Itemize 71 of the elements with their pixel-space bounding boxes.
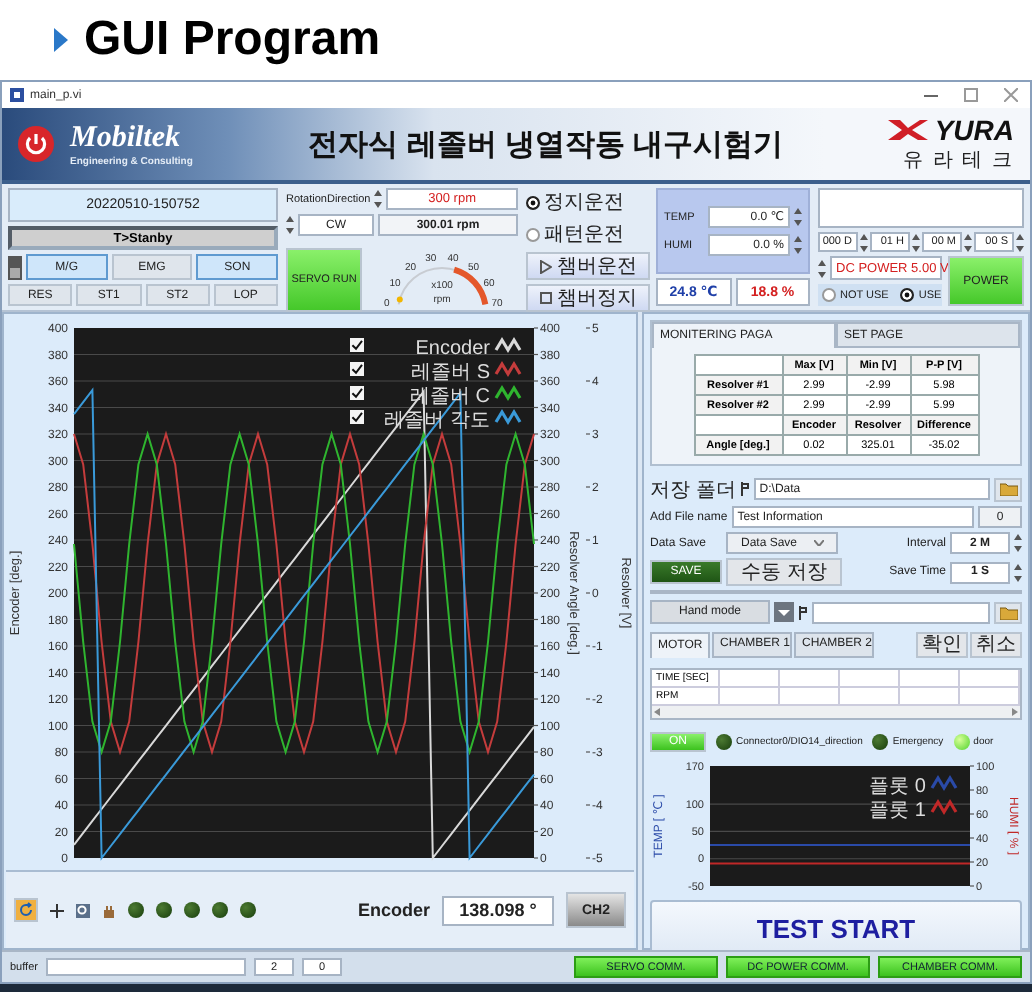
folder-icon (999, 482, 1017, 496)
legend-label: 플롯 0 (869, 776, 926, 798)
table-cell (720, 670, 780, 688)
spinner-arrows-icon[interactable] (794, 236, 802, 254)
toggle-switch[interactable] (8, 255, 22, 279)
legend-checkbox[interactable] (350, 338, 364, 352)
legend-swatch-icon (494, 408, 522, 426)
buffer-field[interactable] (45, 958, 246, 976)
table-cell (960, 670, 1020, 688)
spinner-arrows-icon[interactable] (286, 216, 294, 234)
chamber-button[interactable]: 챔버정지 (526, 284, 650, 312)
text-field[interactable] (818, 188, 1024, 228)
stop-icon (539, 292, 551, 304)
legend-checkbox[interactable] (350, 410, 364, 424)
action-button[interactable]: 취소 (970, 631, 1022, 657)
legend-swatch-icon (930, 798, 958, 816)
refresh-icon (18, 902, 34, 918)
browse-button[interactable] (994, 477, 1022, 501)
spinner-arrows-icon[interactable] (794, 208, 802, 226)
scroll-left-icon[interactable] (654, 708, 660, 716)
folder-icon (999, 605, 1017, 619)
legend-swatch-icon (494, 384, 522, 402)
arrow-icon (54, 28, 68, 52)
spinner-arrows-icon[interactable] (912, 233, 920, 251)
encoder-value: 138.098 ° (442, 895, 554, 925)
scrollbar[interactable] (652, 706, 1020, 718)
spinner-arrows-icon[interactable] (818, 259, 826, 277)
spinner-arrows-icon[interactable] (860, 233, 868, 251)
page-heading: GUI Program (84, 12, 381, 68)
caret-icon (813, 540, 824, 546)
legend-checkbox[interactable] (350, 386, 364, 400)
field-label: 저장 폴더 (650, 477, 736, 503)
browse-button[interactable] (994, 601, 1022, 623)
legend-swatch-icon (494, 360, 522, 378)
encoder-label: Encoder (357, 900, 430, 920)
table-cell (900, 670, 960, 688)
spinner-arrows-icon[interactable] (1014, 563, 1022, 581)
app-title: 전자식 레졸버 냉열작동 내구시험기 (306, 125, 786, 163)
legend-label: Encoder (415, 338, 490, 360)
spinner-arrows-icon[interactable] (1014, 534, 1022, 552)
manual-save-button[interactable]: 수동 저장 (726, 558, 842, 586)
legend-swatch-icon (930, 774, 958, 792)
legend-label: 플롯 1 (869, 800, 926, 822)
table-cell (780, 670, 840, 688)
maximize-icon[interactable] (964, 88, 978, 102)
scroll-right-icon[interactable] (1012, 708, 1018, 716)
close-icon[interactable] (1004, 88, 1018, 102)
partner-logo-icon (888, 118, 929, 142)
play-icon (539, 259, 551, 273)
spinner-arrows-icon[interactable] (1016, 233, 1024, 251)
spinner-arrows-icon[interactable] (964, 233, 972, 251)
power-icon[interactable] (18, 126, 54, 162)
legend-label: 레졸버 S (411, 362, 490, 384)
partner-logo: YURA (934, 114, 1014, 146)
partner-subtitle: 유 라 테 크 (903, 148, 1014, 174)
path-field[interactable] (812, 601, 990, 623)
path-icon (739, 482, 750, 496)
reset-button[interactable] (14, 898, 38, 922)
crosshair-icon[interactable] (50, 903, 64, 917)
company-logo: Mobiltek (70, 121, 182, 155)
action-button[interactable]: 확인 (916, 631, 968, 657)
table-cell (840, 670, 900, 688)
legend-checkbox[interactable] (350, 362, 364, 376)
path-icon (798, 605, 808, 619)
radio-button[interactable]: 패턴운전 (526, 220, 650, 248)
spinner-arrows-icon[interactable] (374, 190, 383, 208)
radio-button[interactable]: 정지운전 (526, 188, 650, 216)
legend-swatch-icon (494, 336, 522, 354)
chamber-button[interactable]: 챔버운전 (526, 252, 650, 280)
app-icon (10, 88, 24, 102)
zoom-icon[interactable] (76, 903, 90, 917)
